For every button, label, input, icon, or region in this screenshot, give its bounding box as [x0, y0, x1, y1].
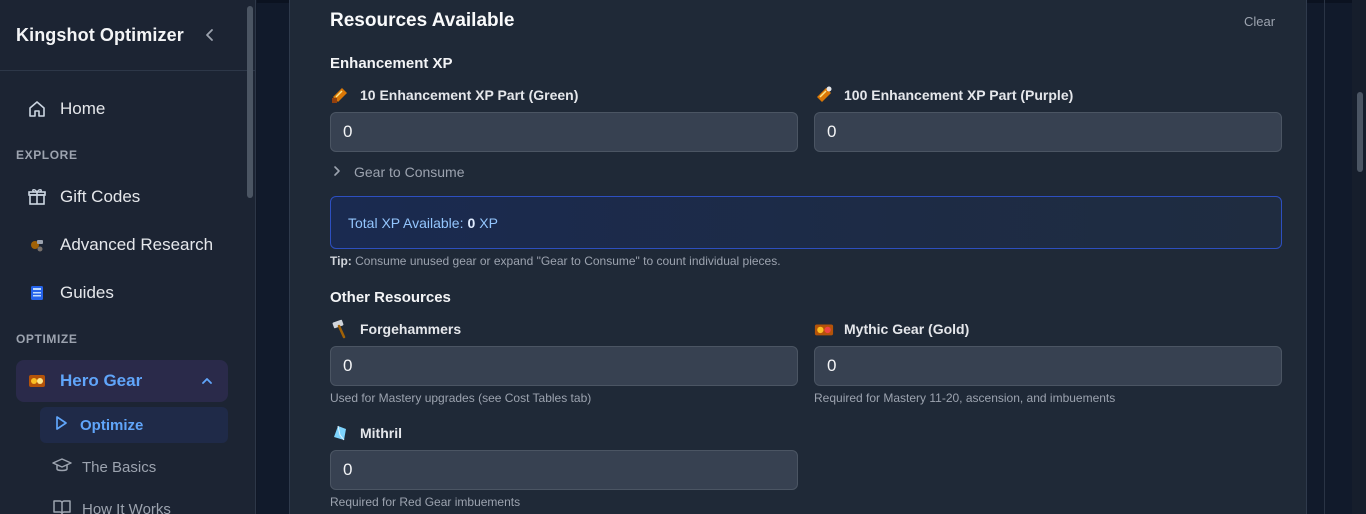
graduation-cap-icon [52, 456, 72, 478]
forgehammers-help: Used for Mastery upgrades (see Cost Tabl… [330, 391, 592, 405]
total-xp-prefix: Total XP Available: [348, 214, 464, 231]
section-label-explore: EXPLORE [16, 148, 78, 162]
total-xp-suffix: XP [479, 214, 498, 231]
sidebar-item-hero-gear[interactable]: Hero Gear [16, 360, 228, 402]
forgehammer-icon [330, 319, 350, 339]
field-label-text: Mithril [360, 425, 402, 441]
page-scrollbar-thumb[interactable] [1357, 92, 1363, 172]
sidebar-item-label: The Basics [82, 458, 157, 476]
sidebar-subitem-how-it-works[interactable]: How It Works [40, 491, 228, 514]
sidebar-item-home[interactable]: Home [16, 88, 228, 130]
mithril-icon [330, 423, 350, 443]
sidebar-item-label: Gift Codes [60, 187, 141, 206]
mythic-gear-icon [814, 319, 834, 339]
sidebar-item-label: How It Works [82, 500, 171, 514]
mithril-input[interactable]: 0 [330, 450, 798, 490]
mithril-help: Required for Red Gear imbuements [330, 495, 521, 509]
sidebar-item-guides[interactable]: Guides [16, 272, 228, 314]
hero-gear-icon [26, 370, 48, 392]
sidebar-item-advanced-research[interactable]: Advanced Research [16, 224, 228, 266]
tip-body: Consume unused gear or expand "Gear to C… [355, 254, 781, 268]
gift-icon [26, 186, 48, 208]
xp-part-purple-icon [814, 85, 834, 105]
sidebar-header: Kingshot Optimizer [0, 0, 255, 71]
sidebar-item-label: Advanced Research [60, 235, 214, 254]
sidebar-item-label: Home [60, 99, 106, 118]
book-icon [52, 498, 72, 514]
chevron-right-icon [332, 164, 342, 180]
chevron-left-icon [206, 29, 213, 41]
sidebar-item-gift-codes[interactable]: Gift Codes [16, 176, 228, 218]
clear-button[interactable]: Clear [1244, 14, 1275, 29]
forgehammers-label: Forgehammers [330, 319, 461, 339]
xp-part-purple-label: 100 Enhancement XP Part (Purple) [814, 85, 1073, 105]
xp-part-green-label: 10 Enhancement XP Part (Green) [330, 85, 578, 105]
gear-to-consume-toggle[interactable]: Gear to Consume [332, 164, 465, 180]
mythic-gear-label: Mythic Gear (Gold) [814, 319, 969, 339]
sidebar-item-label: Hero Gear [60, 371, 143, 390]
tip-label: Tip: [330, 254, 352, 268]
field-label-text: Mythic Gear (Gold) [844, 321, 970, 337]
field-label-text: 100 Enhancement XP Part (Purple) [844, 87, 1074, 103]
other-resources-heading: Other Resources [330, 289, 451, 306]
sidebar: Kingshot Optimizer Home EXPLORE Gift Cod… [0, 0, 256, 514]
field-label-text: 10 Enhancement XP Part (Green) [360, 87, 579, 103]
xp-part-green-icon [330, 85, 350, 105]
xp-part-purple-input[interactable]: 0 [814, 112, 1282, 152]
sidebar-item-label: Guides [60, 283, 114, 302]
section-label-optimize: OPTIMIZE [16, 332, 78, 346]
xp-part-green-input[interactable]: 0 [330, 112, 798, 152]
page-scrollbar[interactable] [1352, 0, 1366, 514]
play-icon [52, 414, 70, 436]
total-xp-value: 0 [467, 214, 476, 231]
field-label-text: Forgehammers [360, 321, 462, 337]
gutter-divider [1324, 0, 1325, 514]
tip-text: Tip: Consume unused gear or expand "Gear… [330, 254, 781, 268]
sidebar-subitem-the-basics[interactable]: The Basics [40, 449, 228, 485]
forgehammers-input[interactable]: 0 [330, 346, 798, 386]
section-title: Resources Available [330, 10, 515, 31]
mythic-gear-input[interactable]: 0 [814, 346, 1282, 386]
gear-to-consume-label: Gear to Consume [354, 164, 465, 180]
sidebar-subitem-optimize[interactable]: Optimize [40, 407, 228, 443]
mithril-label: Mithril [330, 423, 402, 443]
mythic-gear-help: Required for Mastery 11-20, ascension, a… [814, 391, 1116, 405]
guides-icon [26, 282, 48, 304]
sidebar-item-label: Optimize [80, 416, 144, 434]
chevron-up-icon[interactable] [200, 373, 214, 393]
research-icon [26, 234, 48, 256]
total-xp-panel: Total XP Available: 0 XP [330, 196, 1282, 249]
sidebar-scrollbar[interactable] [247, 6, 253, 198]
app-title: Kingshot Optimizer [16, 24, 184, 45]
enhancement-xp-heading: Enhancement XP [330, 55, 453, 72]
home-icon [26, 98, 48, 120]
collapse-sidebar-button[interactable] [203, 28, 217, 42]
